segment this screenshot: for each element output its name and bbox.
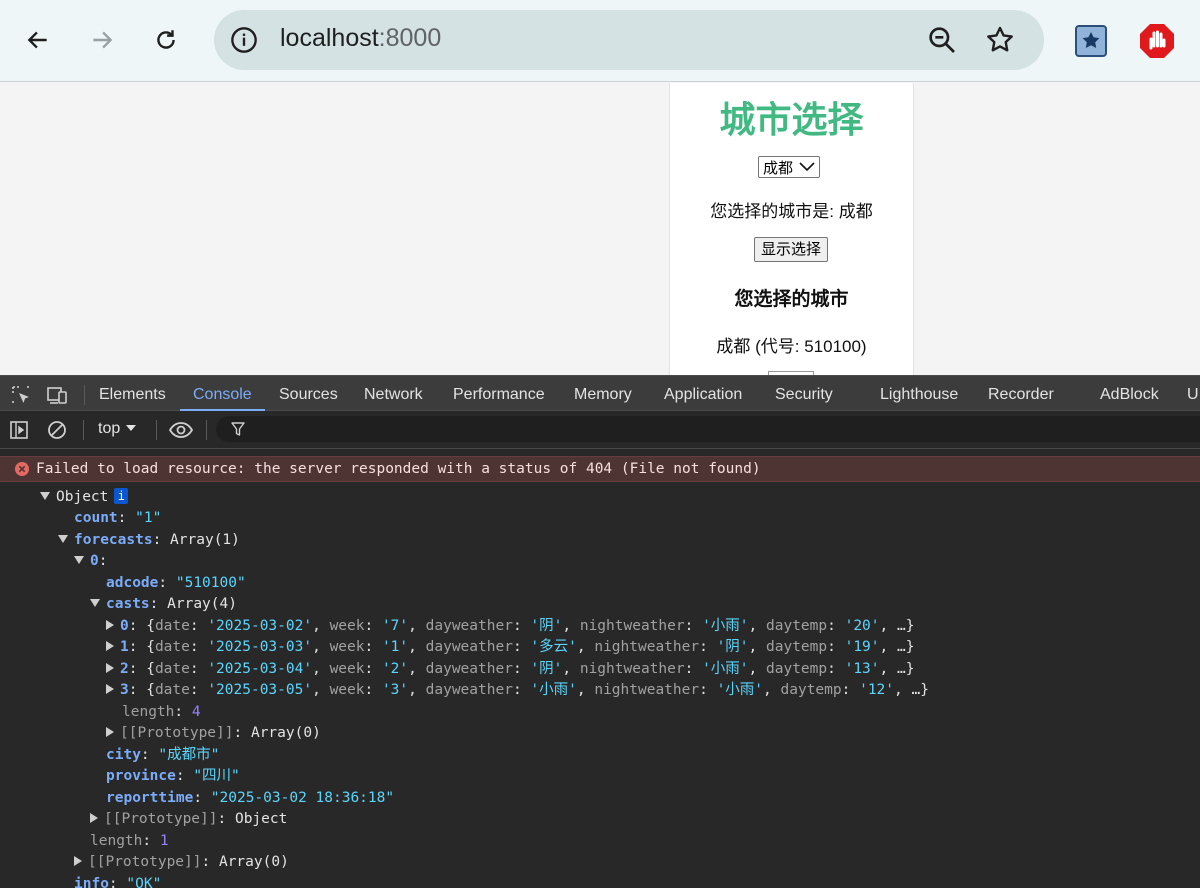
- url-text[interactable]: localhost:8000: [280, 24, 441, 53]
- live-expression-eye-icon[interactable]: [168, 419, 194, 441]
- selected-city-heading: 您选择的城市: [734, 289, 849, 310]
- tree-forecasts-prototype[interactable]: [[Prototype]]: Array(0): [74, 852, 289, 873]
- chevron-down-icon: [799, 162, 815, 172]
- tree-casts[interactable]: casts: Array(4): [90, 594, 237, 615]
- expand-triangle-icon[interactable]: [90, 599, 100, 607]
- error-icon: [15, 462, 29, 476]
- tab-separator: [84, 385, 85, 405]
- back-arrow-icon: [27, 31, 47, 49]
- device-toolbar-icon[interactable]: [46, 384, 68, 406]
- filter-icon: [231, 422, 245, 436]
- tree-forecasts-length: length: 1: [90, 833, 169, 849]
- adblock-stop-icon[interactable]: [1138, 22, 1176, 60]
- city-select[interactable]: 成都: [758, 156, 821, 178]
- forward-arrow-icon: [93, 31, 113, 49]
- tree-count: count: "1": [74, 510, 162, 526]
- tree-forecasts[interactable]: forecasts: Array(1): [58, 530, 240, 551]
- collapse-triangle-icon[interactable]: [106, 684, 114, 694]
- tree-root[interactable]: Object i: [40, 487, 129, 508]
- console-filter-input[interactable]: [216, 416, 1200, 442]
- tree-reporttime: reporttime: "2025-03-02 18:36:18": [106, 790, 395, 806]
- devtools-tab-bar: Elements Console Sources Network Perform…: [0, 375, 1200, 412]
- bookmark-star-icon[interactable]: [984, 24, 1016, 56]
- city-select-value: 成都: [763, 159, 794, 177]
- dropdown-caret-icon: [125, 425, 136, 431]
- tree-province: province: "四川": [106, 768, 240, 784]
- reload-button[interactable]: [146, 20, 186, 60]
- zoom-icon[interactable]: [926, 24, 958, 56]
- collapse-triangle-icon[interactable]: [90, 813, 98, 823]
- site-info-icon[interactable]: [230, 26, 258, 54]
- tree-adcode: adcode: "510100": [106, 575, 246, 591]
- url-host: localhost: [280, 24, 379, 52]
- tree-forecast-prototype[interactable]: [[Prototype]]: Object: [90, 809, 287, 830]
- collapse-triangle-icon[interactable]: [106, 663, 114, 673]
- selected-city-text: 您选择的城市是: 成都: [710, 202, 873, 221]
- tree-cast-row[interactable]: 1: {date: '2025-03-03', week: '1', daywe…: [106, 637, 914, 658]
- expand-triangle-icon[interactable]: [40, 492, 50, 500]
- collapse-triangle-icon[interactable]: [106, 641, 114, 651]
- tab-security[interactable]: Security: [775, 386, 833, 404]
- context-selector[interactable]: top: [98, 420, 137, 438]
- tree-cast-row[interactable]: 0: {date: '2025-03-02', week: '7', daywe…: [106, 616, 914, 637]
- tab-elements[interactable]: Elements: [99, 386, 166, 404]
- collapse-triangle-icon[interactable]: [106, 620, 114, 630]
- tab-overflow[interactable]: U: [1187, 386, 1199, 404]
- console-separator-3: [206, 420, 207, 440]
- tree-forecast-0[interactable]: 0:: [74, 551, 107, 572]
- context-value: top: [98, 420, 121, 437]
- sidebar-toggle-icon[interactable]: [8, 419, 30, 441]
- back-button[interactable]: [18, 20, 58, 60]
- app-card: 城市选择 成都 您选择的城市是: 成都 显示选择 您选择的城市 成都 (代号: …: [669, 83, 914, 375]
- inspect-element-icon[interactable]: [10, 384, 32, 406]
- root-label: Object: [56, 489, 109, 505]
- show-selection-button[interactable]: 显示选择: [754, 237, 829, 262]
- tab-sources[interactable]: Sources: [279, 386, 338, 404]
- address-bar[interactable]: localhost:8000: [214, 10, 1044, 70]
- console-error-message[interactable]: Failed to load resource: the server resp…: [0, 456, 1200, 482]
- tab-application[interactable]: Application: [664, 386, 742, 404]
- tree-cast-row[interactable]: 2: {date: '2025-03-04', week: '2', daywe…: [106, 659, 914, 680]
- tab-memory[interactable]: Memory: [574, 386, 632, 404]
- bookmark-extension-icon[interactable]: [1074, 24, 1108, 58]
- tree-info: info: "OK": [74, 876, 162, 888]
- tab-adblock[interactable]: AdBlock: [1100, 386, 1159, 404]
- tab-network[interactable]: Network: [364, 386, 423, 404]
- city-code-text: 成都 (代号: 510100): [716, 337, 867, 356]
- tree-casts-prototype[interactable]: [[Prototype]]: Array(0): [106, 723, 321, 744]
- tree-casts-length: length: 4: [122, 704, 201, 720]
- clear-console-icon[interactable]: [46, 419, 68, 441]
- browser-toolbar: localhost:8000: [0, 0, 1200, 82]
- console-separator: [83, 420, 84, 440]
- url-port: :8000: [378, 24, 442, 52]
- forward-button[interactable]: [82, 20, 122, 60]
- page-title: 城市选择: [719, 99, 864, 140]
- expand-triangle-icon[interactable]: [58, 535, 68, 543]
- collapse-triangle-icon[interactable]: [74, 856, 82, 866]
- reload-icon: [157, 30, 175, 49]
- tree-city: city: "成都市": [106, 747, 220, 763]
- tab-performance[interactable]: Performance: [453, 386, 545, 404]
- tree-cast-row[interactable]: 3: {date: '2025-03-05', week: '3', daywe…: [106, 680, 929, 701]
- info-badge-icon[interactable]: i: [114, 488, 129, 504]
- page-viewport: 城市选择 成都 您选择的城市是: 成都 显示选择 您选择的城市 成都 (代号: …: [0, 83, 1200, 375]
- collapse-triangle-icon[interactable]: [106, 727, 114, 737]
- error-text: Failed to load resource: the server resp…: [36, 461, 761, 477]
- tab-lighthouse[interactable]: Lighthouse: [880, 386, 958, 404]
- console-separator-2: [156, 420, 157, 440]
- devtools-panel: Elements Console Sources Network Perform…: [0, 375, 1200, 888]
- console-toolbar: top: [0, 411, 1200, 449]
- tab-recorder[interactable]: Recorder: [988, 386, 1054, 404]
- expand-triangle-icon[interactable]: [74, 556, 84, 564]
- tab-console[interactable]: Console: [193, 386, 252, 404]
